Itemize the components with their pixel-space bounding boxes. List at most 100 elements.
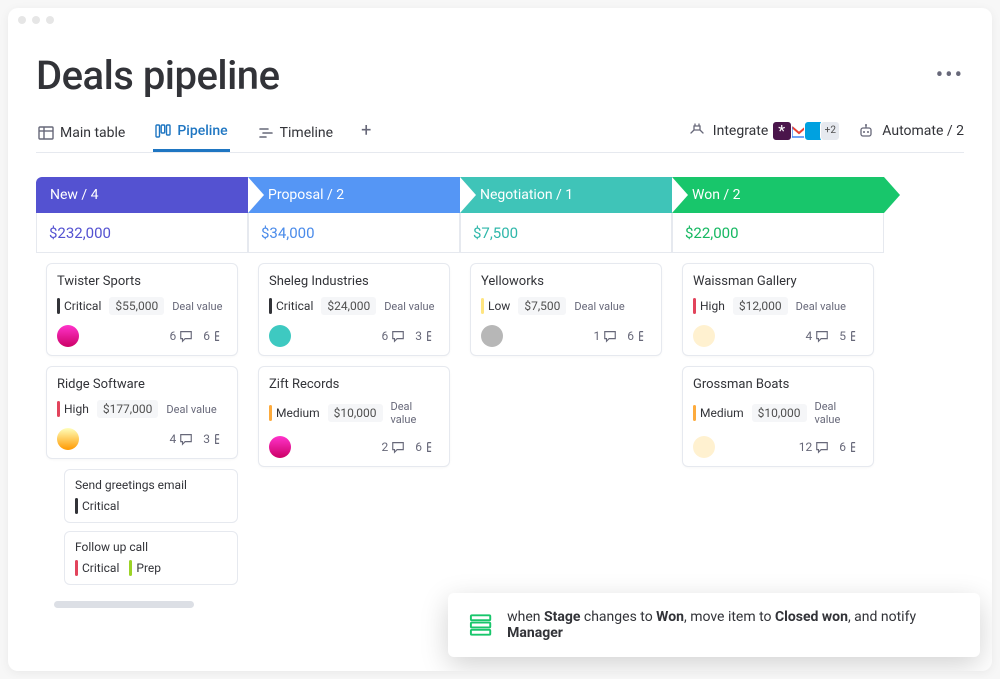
add-view-button[interactable]: +	[361, 120, 371, 149]
priority-bar	[57, 401, 60, 417]
status-bar	[129, 560, 132, 576]
window-titlebar	[8, 8, 992, 32]
robot-icon	[858, 123, 874, 139]
deal-value-label: Deal value	[574, 300, 624, 313]
owner-avatar[interactable]	[481, 325, 503, 347]
horizontal-scrollbar[interactable]	[54, 601, 194, 608]
priority-badge: Medium	[693, 405, 744, 421]
deal-value: $177,000	[97, 400, 159, 418]
priority-bar	[269, 298, 272, 314]
priority-bar	[481, 298, 484, 314]
subitems-icon	[213, 329, 227, 343]
page-title: Deals pipeline	[36, 52, 280, 99]
deal-value: $24,000	[321, 297, 376, 315]
window-dot	[32, 16, 40, 24]
priority-bar	[269, 405, 272, 421]
deal-value: $12,000	[733, 297, 788, 315]
deal-card[interactable]: Yelloworks Low $7,500 Deal value 1 6	[470, 263, 662, 356]
owner-avatar[interactable]	[269, 325, 291, 347]
automation-recipe-toast[interactable]: when Stage changes to Won, move item to …	[448, 593, 980, 657]
subitems-icon	[425, 329, 439, 343]
subitem-title: Follow up call	[75, 540, 227, 554]
stage-header-won[interactable]: Won / 2	[672, 177, 884, 213]
subitem-card[interactable]: Follow up call Critical Prep	[64, 531, 238, 585]
deal-value-label: Deal value	[796, 300, 846, 313]
owner-avatar[interactable]	[57, 325, 79, 347]
automation-recipe-icon	[468, 612, 493, 638]
chat-icon	[179, 432, 193, 446]
tab-main-table[interactable]: Main table	[36, 119, 127, 151]
priority-bar	[57, 298, 60, 314]
deal-card[interactable]: Twister Sports Critical $55,000 Deal val…	[46, 263, 238, 356]
status-badge: Prep	[129, 560, 161, 576]
app-window: Deals pipeline ••• Main table Pipeline T…	[8, 8, 992, 671]
integration-more-count: +2	[820, 121, 840, 141]
subitems-icon	[213, 432, 227, 446]
priority-badge: Low	[481, 298, 510, 314]
deal-value-label: Deal value	[815, 400, 864, 426]
priority-badge: Critical	[75, 560, 119, 576]
priority-badge: High	[693, 298, 725, 314]
chat-icon	[179, 329, 193, 343]
subitems-list: Send greetings email Critical Follow up …	[64, 469, 238, 585]
owner-avatar[interactable]	[57, 428, 79, 450]
tab-label: Pipeline	[177, 123, 227, 139]
tab-label: Main table	[60, 125, 125, 141]
stage-column-negotiation: Negotiation / 1 $7,500 Yelloworks Low $7…	[460, 177, 672, 618]
chat-icon	[603, 329, 617, 343]
priority-bar	[75, 498, 78, 514]
view-tabs: Main table Pipeline Timeline + Integrate	[36, 117, 964, 153]
deal-name: Sheleg Industries	[269, 274, 439, 289]
timeline-icon	[258, 125, 274, 141]
more-menu-button[interactable]: •••	[936, 63, 964, 88]
priority-bar	[693, 298, 696, 314]
integrate-button[interactable]: Integrate +2	[689, 121, 841, 141]
slack-icon	[772, 121, 792, 141]
deal-value: $10,000	[752, 404, 807, 422]
deal-card[interactable]: Zift Records Medium $10,000 Deal value 2…	[258, 366, 450, 467]
deal-value-label: Deal value	[166, 403, 216, 416]
priority-badge: Critical	[75, 498, 119, 514]
priority-badge: High	[57, 401, 89, 417]
table-icon	[38, 125, 54, 141]
deal-name: Ridge Software	[57, 377, 227, 392]
deal-name: Twister Sports	[57, 274, 227, 289]
owner-avatar[interactable]	[269, 436, 291, 458]
stage-header-new[interactable]: New / 4	[36, 177, 248, 213]
tab-pipeline[interactable]: Pipeline	[153, 117, 229, 152]
subitem-card[interactable]: Send greetings email Critical	[64, 469, 238, 523]
subitem-title: Send greetings email	[75, 478, 227, 492]
stage-sum: $22,000	[672, 213, 884, 253]
integration-icons: +2	[776, 121, 840, 141]
stage-column-proposal: Proposal / 2 $34,000 Sheleg Industries C…	[248, 177, 460, 618]
subitems-icon	[849, 440, 863, 454]
pipeline-board: New / 4 $232,000 Twister Sports Critical…	[36, 177, 964, 618]
stage-sum: $232,000	[36, 213, 248, 253]
deal-value-label: Deal value	[391, 400, 440, 426]
deal-name: Yelloworks	[481, 274, 651, 289]
deal-value: $55,000	[109, 297, 164, 315]
automate-button[interactable]: Automate / 2	[858, 123, 964, 139]
stage-label: New / 4	[50, 187, 99, 203]
tab-timeline[interactable]: Timeline	[256, 119, 335, 151]
stage-sum: $34,000	[248, 213, 460, 253]
priority-bar	[75, 560, 78, 576]
automation-text: when Stage changes to Won, move item to …	[507, 609, 960, 641]
deal-card[interactable]: Ridge Software High $177,000 Deal value …	[46, 366, 238, 459]
kanban-icon	[155, 123, 171, 139]
subitems-icon	[637, 329, 651, 343]
priority-bar	[693, 405, 696, 421]
stage-label: Proposal / 2	[262, 187, 344, 203]
stage-header-proposal[interactable]: Proposal / 2	[248, 177, 460, 213]
deal-card[interactable]: Waissman Gallery High $12,000 Deal value…	[682, 263, 874, 356]
stage-column-new: New / 4 $232,000 Twister Sports Critical…	[36, 177, 248, 618]
chat-icon	[391, 329, 405, 343]
deal-card[interactable]: Sheleg Industries Critical $24,000 Deal …	[258, 263, 450, 356]
deal-name: Waissman Gallery	[693, 274, 863, 289]
window-dot	[18, 16, 26, 24]
owner-avatar[interactable]	[693, 436, 715, 458]
deal-card[interactable]: Grossman Boats Medium $10,000 Deal value…	[682, 366, 874, 467]
stage-column-won: Won / 2 $22,000 Waissman Gallery High $1…	[672, 177, 884, 618]
owner-avatar[interactable]	[693, 325, 715, 347]
stage-header-negotiation[interactable]: Negotiation / 1	[460, 177, 672, 213]
